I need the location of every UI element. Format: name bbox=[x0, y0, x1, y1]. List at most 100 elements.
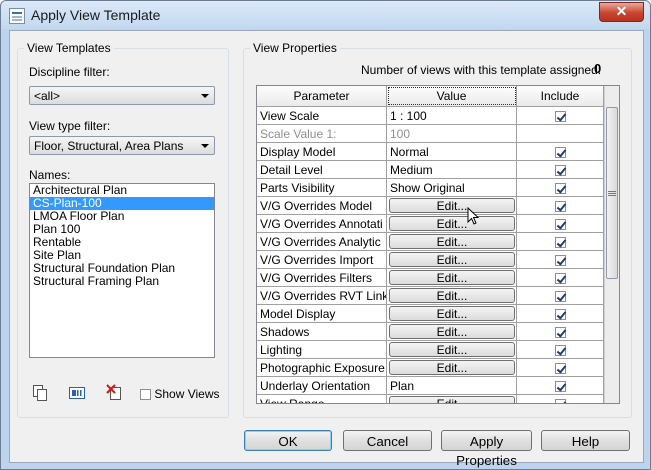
parameter-cell: V/G Overrides Import bbox=[257, 251, 387, 269]
parameter-cell: V/G Overrides Annotati bbox=[257, 215, 387, 233]
value-cell: Edit... bbox=[387, 341, 517, 359]
duplicate-icon[interactable] bbox=[31, 384, 49, 402]
names-label: Names: bbox=[29, 168, 71, 182]
edit-button[interactable]: Edit... bbox=[389, 198, 515, 213]
value-cell[interactable]: 1 : 100 bbox=[387, 107, 517, 125]
include-checkbox[interactable] bbox=[554, 219, 566, 231]
include-checkbox[interactable] bbox=[554, 327, 566, 339]
column-header-value[interactable]: Value bbox=[387, 86, 517, 106]
table-row: View Range Edit... bbox=[257, 395, 604, 403]
include-checkbox[interactable] bbox=[554, 273, 566, 285]
table-row: Lighting Edit... bbox=[257, 341, 604, 359]
value-cell[interactable]: Show Original bbox=[387, 179, 517, 197]
dialog-body: View Templates Discipline filter: <all> … bbox=[9, 30, 644, 468]
edit-button[interactable]: Edit... bbox=[389, 342, 515, 357]
edit-button[interactable]: Edit... bbox=[389, 396, 515, 403]
app-icon bbox=[9, 8, 25, 24]
value-cell[interactable]: Normal bbox=[387, 143, 517, 161]
include-cell bbox=[517, 359, 604, 377]
table-row: Shadows Edit... bbox=[257, 323, 604, 341]
edit-button[interactable]: Edit... bbox=[389, 270, 515, 285]
view-templates-group: View Templates Discipline filter: <all> … bbox=[17, 41, 229, 418]
mouse-cursor-icon bbox=[467, 207, 480, 225]
include-checkbox[interactable] bbox=[554, 255, 566, 267]
parameter-cell: V/G Overrides Filters bbox=[257, 269, 387, 287]
cancel-button[interactable]: Cancel bbox=[343, 430, 432, 451]
ok-button[interactable]: OK bbox=[244, 430, 332, 451]
edit-button[interactable]: Edit... bbox=[389, 234, 515, 249]
value-cell: Edit... bbox=[387, 395, 517, 403]
edit-button[interactable]: Edit... bbox=[389, 252, 515, 267]
discipline-filter-select[interactable]: <all> bbox=[29, 86, 215, 105]
scrollbar-thumb[interactable] bbox=[606, 107, 618, 279]
names-listbox[interactable]: Architectural Plan CS-Plan-100 LMOA Floor … bbox=[29, 183, 215, 358]
value-cell: Edit... bbox=[387, 287, 517, 305]
include-checkbox[interactable] bbox=[554, 363, 566, 375]
parameter-cell: Scale Value 1: bbox=[257, 125, 387, 143]
edit-button[interactable]: Edit... bbox=[389, 360, 515, 375]
table-row: V/G Overrides Analytic Edit... bbox=[257, 233, 604, 251]
value-cell[interactable]: Plan bbox=[387, 377, 517, 395]
parameter-cell: View Scale bbox=[257, 107, 387, 125]
include-checkbox[interactable] bbox=[554, 165, 566, 177]
view-properties-group: View Properties Number of views with thi… bbox=[243, 41, 632, 418]
rename-icon[interactable] bbox=[68, 384, 86, 402]
grip-icon bbox=[608, 191, 616, 196]
table-row: Underlay Orientation Plan bbox=[257, 377, 604, 395]
table-row: V/G Overrides Model Edit... bbox=[257, 197, 604, 215]
edit-button[interactable]: Edit... bbox=[389, 288, 515, 303]
apply-properties-button[interactable]: Apply Properties bbox=[441, 430, 532, 468]
table-row: Photographic Exposure Edit... bbox=[257, 359, 604, 377]
view-type-filter-value: Floor, Structural, Area Plans bbox=[34, 139, 184, 153]
grid-scrollbar[interactable] bbox=[604, 86, 619, 403]
include-checkbox[interactable] bbox=[554, 183, 566, 195]
parameter-cell: View Range bbox=[257, 395, 387, 403]
delete-icon[interactable] bbox=[106, 384, 124, 402]
show-views-label: Show Views bbox=[154, 387, 220, 401]
table-row: Display Model Normal bbox=[257, 143, 604, 161]
grid-header: Parameter Value Include bbox=[257, 86, 619, 107]
title-bar[interactable]: Apply View Template ✕ bbox=[1, 1, 650, 29]
include-checkbox[interactable] bbox=[554, 345, 566, 357]
include-checkbox[interactable] bbox=[554, 237, 566, 249]
include-cell bbox=[517, 251, 604, 269]
include-checkbox[interactable] bbox=[554, 291, 566, 303]
value-cell: 100 bbox=[387, 125, 517, 143]
include-checkbox[interactable] bbox=[554, 201, 566, 213]
column-header-include[interactable]: Include bbox=[517, 86, 604, 106]
include-checkbox[interactable] bbox=[554, 111, 566, 123]
include-checkbox[interactable] bbox=[554, 147, 566, 159]
show-views-option[interactable]: Show Views bbox=[140, 387, 220, 401]
edit-button[interactable]: Edit... bbox=[389, 306, 515, 321]
properties-grid: Parameter Value Include View Scale 1 : 10… bbox=[256, 85, 620, 404]
table-row: V/G Overrides Import Edit... bbox=[257, 251, 604, 269]
edit-button[interactable]: Edit... bbox=[389, 216, 515, 231]
include-cell bbox=[517, 125, 604, 143]
value-cell: Edit... bbox=[387, 323, 517, 341]
value-cell[interactable]: Medium bbox=[387, 161, 517, 179]
include-checkbox[interactable] bbox=[554, 399, 566, 403]
apply-view-template-dialog: Apply View Template ✕ View Templates Dis… bbox=[0, 0, 651, 470]
table-row: Scale Value 1: 100 bbox=[257, 125, 604, 143]
column-header-parameter[interactable]: Parameter bbox=[257, 86, 387, 106]
show-views-checkbox[interactable] bbox=[140, 389, 151, 401]
help-button[interactable]: Help bbox=[541, 430, 630, 451]
include-cell bbox=[517, 377, 604, 395]
table-row: Parts Visibility Show Original bbox=[257, 179, 604, 197]
chevron-down-icon bbox=[201, 94, 209, 98]
include-checkbox[interactable] bbox=[554, 381, 566, 393]
include-cell bbox=[517, 305, 604, 323]
parameter-cell: Photographic Exposure bbox=[257, 359, 387, 377]
table-row: Model Display Edit... bbox=[257, 305, 604, 323]
assigned-count-value: 0 bbox=[594, 61, 602, 76]
list-item[interactable]: Structural Framing Plan bbox=[30, 275, 214, 288]
table-row: V/G Overrides Filters Edit... bbox=[257, 269, 604, 287]
table-row: Detail Level Medium bbox=[257, 161, 604, 179]
edit-button[interactable]: Edit... bbox=[389, 324, 515, 339]
parameter-cell: Model Display bbox=[257, 305, 387, 323]
include-cell bbox=[517, 395, 604, 403]
include-cell bbox=[517, 215, 604, 233]
close-button[interactable]: ✕ bbox=[599, 2, 644, 22]
include-checkbox[interactable] bbox=[554, 309, 566, 321]
view-type-filter-select[interactable]: Floor, Structural, Area Plans bbox=[29, 136, 215, 155]
